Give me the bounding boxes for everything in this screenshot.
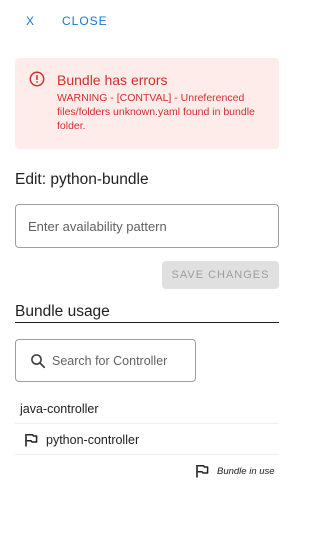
- controller-list: java-controller python-controller: [15, 393, 279, 455]
- close-button[interactable]: CLOSE: [62, 14, 108, 28]
- controller-search-input[interactable]: [52, 346, 192, 376]
- controller-search-box: [15, 339, 196, 382]
- edit-title: Edit: python-bundle: [15, 171, 149, 188]
- flag-icon: [196, 465, 209, 478]
- close-icon[interactable]: X: [26, 14, 35, 28]
- error-circle-icon: [29, 71, 45, 87]
- controller-name: python-controller: [46, 433, 140, 447]
- legend-label: Bundle in use: [217, 466, 275, 477]
- alert-message: WARNING - [CONTVAL] - Unreferenced files…: [57, 92, 255, 132]
- search-icon: [31, 354, 46, 369]
- save-changes-button[interactable]: SAVE CHANGES: [162, 261, 279, 289]
- bundle-in-use-legend: Bundle in use: [195, 464, 279, 480]
- section-divider: [15, 322, 279, 323]
- bundle-usage-title: Bundle usage: [15, 303, 110, 320]
- top-bar: X CLOSE: [0, 0, 297, 44]
- flag-icon: [25, 434, 38, 447]
- controller-name: java-controller: [20, 402, 99, 416]
- list-item-python-controller[interactable]: python-controller: [15, 424, 279, 455]
- list-item-java-controller[interactable]: java-controller: [15, 393, 279, 424]
- availability-pattern-input[interactable]: [15, 204, 279, 248]
- error-alert: Bundle has errors WARNING - [CONTVAL] - …: [15, 58, 279, 149]
- alert-title: Bundle has errors: [57, 72, 168, 88]
